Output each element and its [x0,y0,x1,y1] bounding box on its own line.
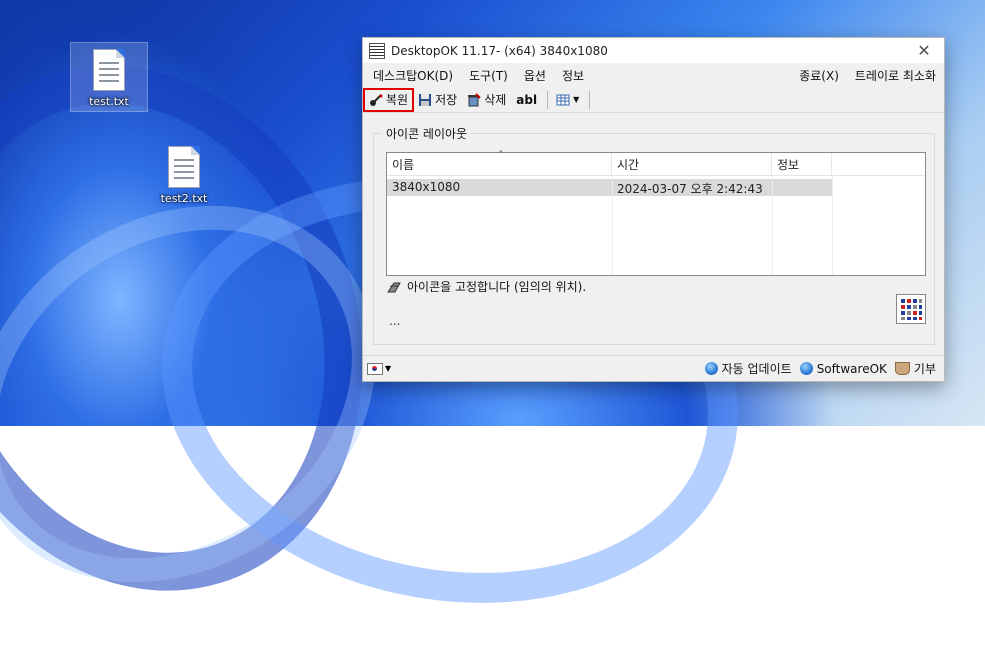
desktopok-app-icon [369,42,385,59]
column-header-name[interactable]: ^ 이름 [387,150,612,175]
cell-info [772,179,832,196]
auto-update-link[interactable]: 자동 업데이트 [704,360,792,377]
table-row[interactable]: 3840x1080 2024-03-07 오후 2:42:43 [387,179,832,196]
chevron-down-icon[interactable]: ▼ [385,364,391,373]
desktop-icon-label: test2.txt [160,192,208,205]
close-button[interactable]: ✕ [904,41,944,60]
desktopok-window: DesktopOK 11.17- (x64) 3840x1080 ✕ 데스크탑O… [362,37,945,382]
rename-button[interactable]: abl [512,90,541,110]
menu-bar: 데스크탑OK(D) 도구(T) 옵션 정보 종료(X) 트레이로 최소화 [363,63,944,87]
rename-label: abl [516,92,538,107]
desktop-icon-test2-txt[interactable]: test2.txt [146,140,222,205]
donate-label: 기부 [913,362,936,376]
column-header-time[interactable]: 시간 [612,153,772,175]
more-text: ... [389,314,401,328]
donate-link[interactable]: 기부 [894,360,936,377]
cell-name: 3840x1080 [392,180,461,194]
title-bar[interactable]: DesktopOK 11.17- (x64) 3840x1080 ✕ [363,38,944,63]
menu-options[interactable]: 옵션 [516,67,554,84]
cell-time: 2024-03-07 오후 2:42:43 [617,182,763,196]
lock-hint[interactable]: 아이콘을 고정합니다 (임의의 위치). [386,278,586,295]
text-file-icon [93,49,125,91]
globe-icon [704,362,718,375]
language-flag-icon[interactable] [367,362,383,375]
toolbar: 복원 저장 삭제 abl ▼ [362,87,944,113]
text-file-icon [168,146,200,188]
desktopok-logo-icon [896,294,926,324]
menu-info[interactable]: 정보 [554,67,592,84]
window-title: DesktopOK 11.17- (x64) 3840x1080 [391,43,608,58]
pin-icon [387,282,401,292]
restore-label: 복원 [386,93,409,107]
desktop-icon-test-txt[interactable]: test.txt [70,42,148,112]
toolbar-separator [547,90,549,109]
chevron-down-icon: ▼ [573,95,580,104]
softwareok-link[interactable]: SoftwareOK [799,361,887,376]
group-label: 아이콘 레이아웃 [382,125,472,142]
icon-layout-group: 아이콘 레이아웃 ^ 이름 시간 정보 3840x1080 2024-03-07… [373,125,935,345]
column-header-info[interactable]: 정보 [772,153,832,175]
menu-desktop[interactable]: 데스크탑OK(D) [363,67,461,84]
view-dropdown-button[interactable]: ▼ [552,90,583,110]
toolbar-separator [589,90,591,109]
floppy-disk-icon [419,93,432,106]
restore-icon [370,93,383,106]
softwareok-label: SoftwareOK [816,361,887,376]
desktop-icon-label: test.txt [89,95,129,108]
save-button[interactable]: 저장 [414,90,461,110]
restore-button[interactable]: 복원 [362,87,415,112]
auto-update-label: 자동 업데이트 [721,362,792,376]
menu-exit[interactable]: 종료(X) [791,67,847,84]
hint-text: 아이콘을 고정합니다 (임의의 위치). [407,280,587,294]
sort-up-icon: ^ [497,150,505,160]
grid-view-icon [556,94,570,105]
coffee-cup-icon [894,362,910,375]
menu-tray-minimize[interactable]: 트레이로 최소화 [847,67,944,84]
delete-button[interactable]: 삭제 [463,90,510,110]
status-bar: ▼ 자동 업데이트 SoftwareOK 기부 [363,355,944,381]
layout-list[interactable]: ^ 이름 시간 정보 3840x1080 2024-03-07 오후 2:42:… [386,150,926,276]
globe-icon [799,362,813,375]
delete-label: 삭제 [484,93,507,107]
save-label: 저장 [435,93,458,107]
list-header: ^ 이름 시간 정보 [387,150,925,176]
menu-tools[interactable]: 도구(T) [461,67,516,84]
delete-icon [468,92,481,106]
